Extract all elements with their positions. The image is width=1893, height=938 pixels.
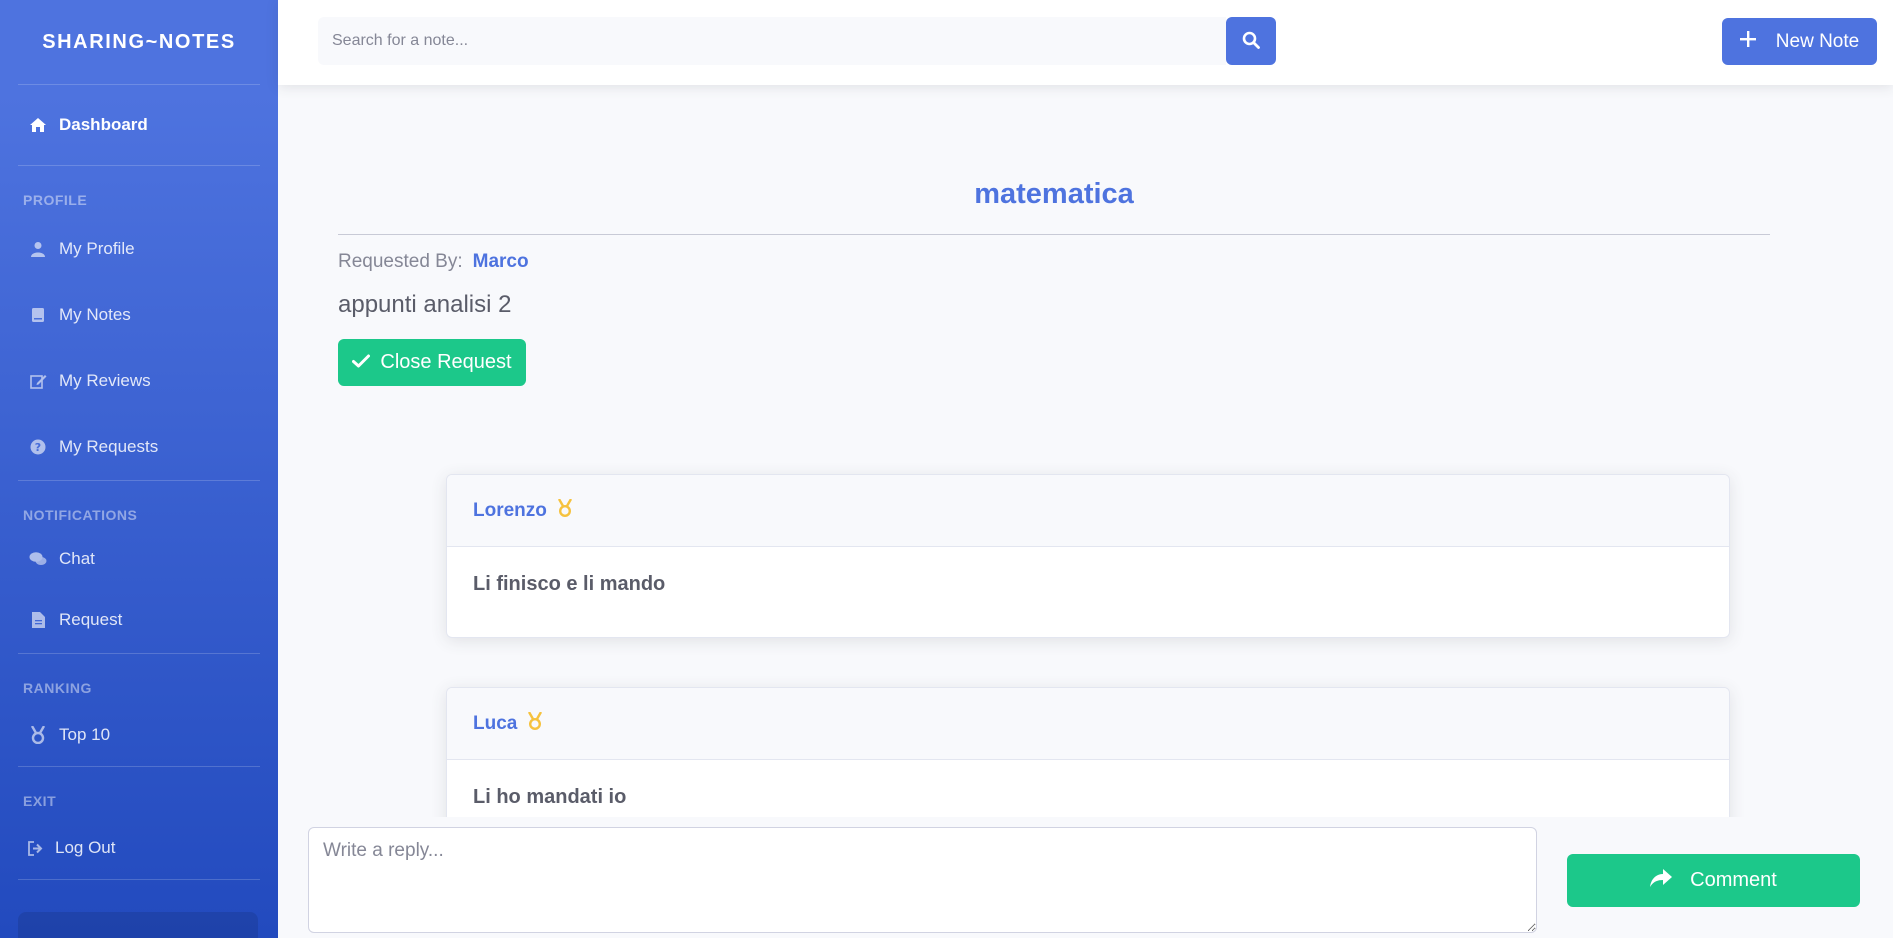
new-note-label: New Note xyxy=(1775,30,1860,52)
sidebar-item-label: Chat xyxy=(59,549,95,568)
sidebar-item-log-out[interactable]: Log Out xyxy=(0,817,278,879)
medal-icon xyxy=(527,710,543,736)
sidebar-item-label: My Reviews xyxy=(59,371,151,390)
sidebar-divider xyxy=(18,879,260,880)
sign-out-icon xyxy=(27,839,45,857)
page-title: matematica xyxy=(338,178,1770,235)
close-request-button[interactable]: Close Request xyxy=(338,339,526,386)
sidebar-item-label: Dashboard xyxy=(59,115,148,134)
sidebar-heading-ranking: RANKING xyxy=(23,680,92,696)
comment-header: Lorenzo xyxy=(447,475,1729,547)
comments-icon xyxy=(29,550,47,568)
svg-text:?: ? xyxy=(35,441,41,454)
sidebar-item-chat[interactable]: Chat xyxy=(0,531,278,587)
share-icon xyxy=(1650,868,1673,893)
plus-icon xyxy=(1739,30,1756,53)
sidebar-item-top-10[interactable]: Top 10 xyxy=(0,704,278,766)
new-note-button[interactable]: New Note xyxy=(1722,18,1877,65)
book-icon xyxy=(29,306,47,324)
requested-by-user-link[interactable]: Marco xyxy=(473,251,529,273)
sidebar-toggle[interactable] xyxy=(18,912,258,938)
search-bar xyxy=(318,17,1276,65)
sidebar: SHARING~NOTES Dashboard PROFILE My Profi… xyxy=(0,0,278,938)
sidebar-item-request[interactable]: Request xyxy=(0,587,278,653)
file-icon xyxy=(29,611,47,629)
request-detail: matematica Requested By: Marco appunti a… xyxy=(338,85,1770,851)
sidebar-heading-exit: EXIT xyxy=(23,793,57,809)
medal-icon xyxy=(29,726,47,744)
comment-button-label: Comment xyxy=(1690,869,1777,891)
sidebar-item-my-requests[interactable]: ? My Requests xyxy=(0,414,278,480)
reply-textarea[interactable] xyxy=(308,827,1537,933)
sidebar-item-label: Log Out xyxy=(55,838,116,857)
medal-icon xyxy=(557,497,573,523)
comment-button[interactable]: Comment xyxy=(1567,854,1860,907)
home-icon xyxy=(29,116,47,134)
sidebar-item-label: My Requests xyxy=(59,437,159,456)
sidebar-item-my-reviews[interactable]: My Reviews xyxy=(0,348,278,414)
search-button[interactable] xyxy=(1226,17,1276,65)
check-icon xyxy=(352,351,371,374)
comment-card: Lorenzo Li finisco e li mando xyxy=(446,474,1730,638)
edit-icon xyxy=(29,372,47,390)
requested-by-label: Requested By: xyxy=(338,251,463,272)
sidebar-item-my-notes[interactable]: My Notes xyxy=(0,282,278,348)
topbar: New Note xyxy=(278,0,1893,85)
request-description: appunti analisi 2 xyxy=(338,291,512,318)
brand-logo[interactable]: SHARING~NOTES xyxy=(0,0,278,84)
sidebar-item-label: My Notes xyxy=(59,305,131,324)
sidebar-item-label: Top 10 xyxy=(59,725,111,744)
sidebar-heading-profile: PROFILE xyxy=(23,192,88,208)
question-circle-icon: ? xyxy=(29,438,47,456)
search-input[interactable] xyxy=(318,17,1226,65)
comment-header: Luca xyxy=(447,688,1729,760)
requested-by: Requested By: Marco xyxy=(338,251,1770,273)
sidebar-item-my-profile[interactable]: My Profile xyxy=(0,216,278,282)
search-icon xyxy=(1242,31,1260,52)
reply-bar: Comment xyxy=(278,817,1893,938)
sidebar-item-dashboard[interactable]: Dashboard xyxy=(0,85,278,165)
sidebar-item-label: My Profile xyxy=(59,239,135,258)
sidebar-item-label: Request xyxy=(59,610,123,629)
user-icon xyxy=(29,240,47,258)
close-request-label: Close Request xyxy=(380,351,512,373)
comment-text: Li finisco e li mando xyxy=(473,573,666,595)
comment-author-link[interactable]: Lorenzo xyxy=(473,500,547,522)
comment-author-link[interactable]: Luca xyxy=(473,713,517,735)
sidebar-heading-notifications: NOTIFICATIONS xyxy=(23,507,138,523)
